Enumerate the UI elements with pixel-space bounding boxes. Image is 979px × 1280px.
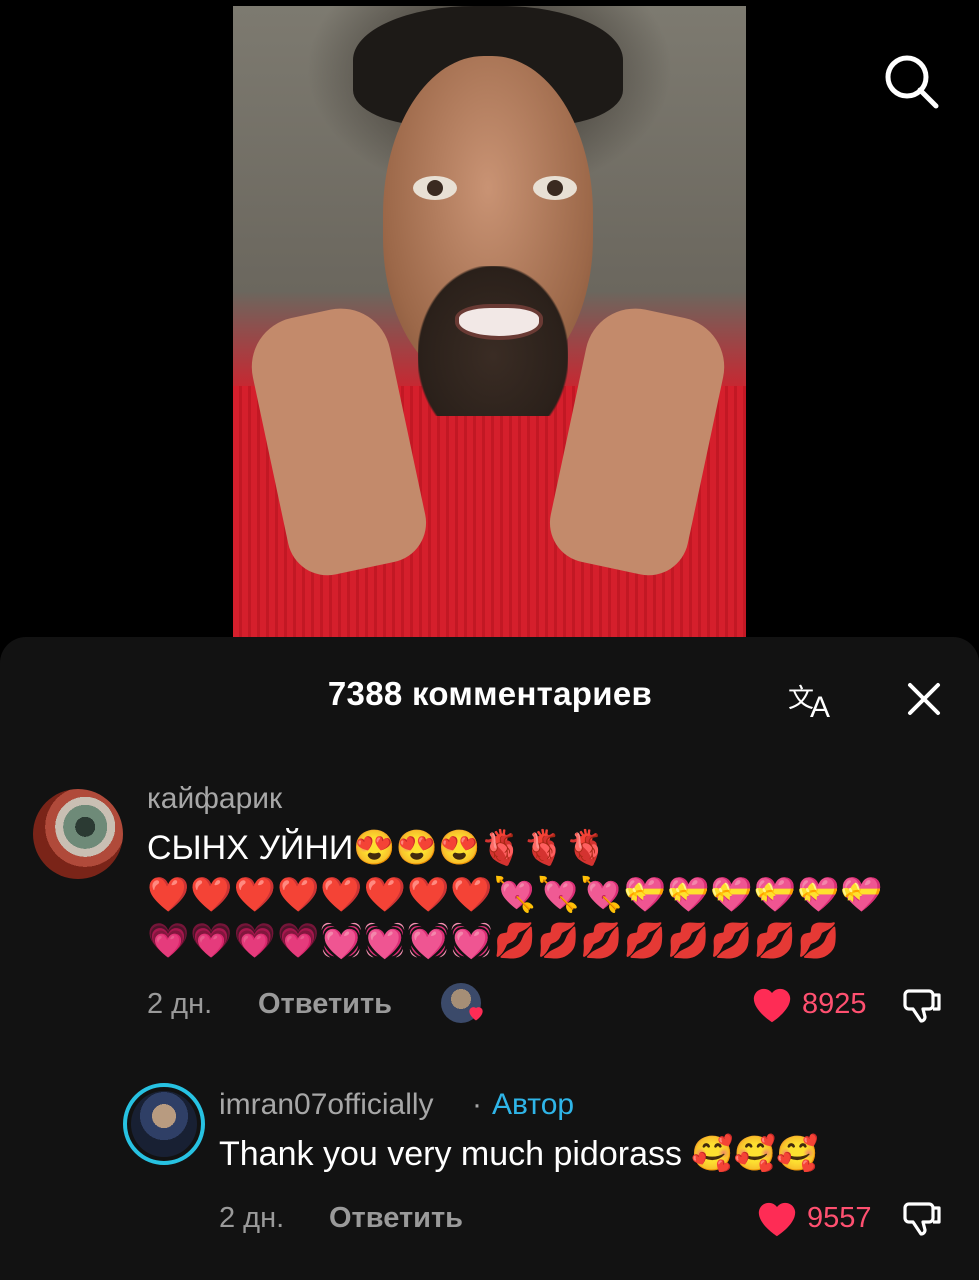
translate-button[interactable]: 文 A (786, 677, 838, 724)
video-subject-eye (413, 176, 457, 200)
avatar[interactable] (123, 1083, 205, 1165)
reply-button[interactable]: Ответить (329, 1202, 463, 1235)
search-icon (885, 55, 939, 109)
comments-header: 7388 комментариев 文 A (0, 637, 979, 747)
author-badge: Автор (492, 1088, 575, 1121)
thumbs-down-icon (903, 989, 941, 1023)
comment-username[interactable]: imran07officially (219, 1088, 434, 1122)
video-subject-mouth (455, 304, 543, 340)
close-button[interactable] (904, 679, 944, 719)
creator-liked-heart-icon (469, 1007, 483, 1021)
comment-text: СЫНХ УЙНИ😍😍😍🫀🫀🫀 (147, 829, 608, 867)
svg-text:A: A (810, 691, 830, 721)
like-button[interactable]: 8925 (750, 982, 880, 1028)
heart-icon (758, 1202, 796, 1237)
comment-emoji-line: 💗💗💗💗💓💓💓💓💋💋💋💋💋💋💋💋 (147, 922, 841, 960)
comment-username[interactable]: кайфарик (147, 782, 282, 816)
avatar[interactable] (33, 789, 123, 879)
comment-timestamp: 2 дн. (219, 1202, 285, 1234)
comment-timestamp: 2 дн. (147, 988, 213, 1020)
avatar-image (131, 1091, 197, 1157)
comment-emoji-line: ❤️❤️❤️❤️❤️❤️❤️❤️💘💘💘💝💝💝💝💝💝 (147, 876, 884, 914)
thumbs-down-icon (903, 1202, 941, 1236)
like-count: 8925 (802, 988, 867, 1020)
comment-text: Thank you very much pidorass 🥰🥰🥰 (219, 1135, 819, 1173)
username-separator: · (472, 1088, 482, 1121)
video-subject-eye (533, 176, 577, 200)
like-button[interactable]: 9557 (755, 1196, 885, 1242)
dislike-button[interactable] (903, 1198, 945, 1240)
video-subject-beard (418, 266, 568, 416)
translate-icon: 文 A (788, 684, 830, 724)
dislike-button[interactable] (903, 985, 945, 1027)
search-button[interactable] (882, 52, 940, 110)
like-count: 9557 (807, 1202, 872, 1234)
heart-icon (753, 988, 791, 1023)
close-icon (908, 683, 940, 715)
video-preview[interactable] (233, 6, 746, 640)
comments-count-title: 7388 комментариев (327, 675, 653, 712)
reply-button[interactable]: Ответить (258, 988, 392, 1021)
